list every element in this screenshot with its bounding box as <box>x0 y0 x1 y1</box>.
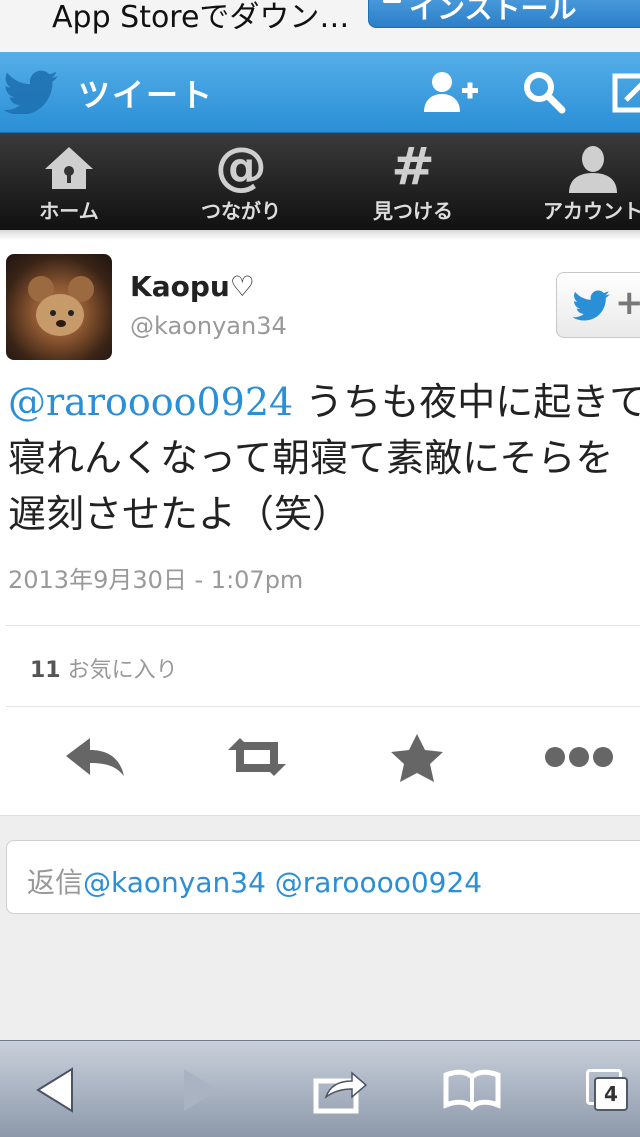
favorites-label: お気に入り <box>60 658 178 683</box>
plus-icon: + <box>615 283 640 323</box>
tweet-line-text: うちも夜中に起きて <box>293 380 640 424</box>
reply-input[interactable]: 返信@kaonyan34 @raroooo0924 <box>6 840 640 914</box>
at-sign-icon: @ <box>215 137 267 197</box>
top-header: ツイート <box>0 52 640 133</box>
nav-discover-label: 見つける <box>373 199 453 223</box>
nav-account[interactable]: アカウント <box>518 133 640 230</box>
nav-discover[interactable]: # 見つける <box>338 133 488 230</box>
add-user-icon[interactable] <box>422 70 480 114</box>
reply-prefix: 返信 <box>27 866 84 899</box>
retweet-icon[interactable] <box>222 730 292 784</box>
install-button-label: インストール <box>409 0 577 25</box>
avatar-nose <box>56 320 66 327</box>
tabs-button[interactable]: 4 <box>582 1063 640 1117</box>
back-arrow-icon[interactable] <box>28 1063 92 1117</box>
follow-button[interactable]: + <box>556 272 640 338</box>
avatar-eye <box>68 310 74 316</box>
favorites-number: 11 <box>30 658 61 683</box>
divider <box>6 706 640 707</box>
download-icon <box>383 0 401 3</box>
reply-mentions: @kaonyan34 @raroooo0924 <box>83 866 483 899</box>
nav-connect-label: つながり <box>201 199 281 223</box>
forward-arrow-icon[interactable] <box>164 1063 228 1117</box>
avatar-eye <box>50 310 56 316</box>
tweet-line: 寝れんくなって朝寝て素敵にそらを <box>8 436 614 480</box>
twitter-bird-icon <box>573 290 610 321</box>
twitter-bird-icon[interactable] <box>4 70 60 114</box>
browser-toolbar: 4 <box>0 1040 640 1137</box>
tweet-line: 遅刻させたよ（笑） <box>8 492 351 536</box>
home-icon <box>45 147 93 189</box>
tweet-line: @raroooo0924 うちも夜中に起きて <box>8 374 640 430</box>
more-icon[interactable] <box>542 730 616 784</box>
compose-icon[interactable] <box>612 70 640 114</box>
main-nav: ホーム @ つながり # 見つける アカウント <box>0 133 640 230</box>
reply-icon[interactable] <box>60 730 130 784</box>
install-button[interactable]: インストール <box>368 0 640 28</box>
user-name[interactable]: Kaopu♡ <box>130 270 255 303</box>
favorites-count[interactable]: 11 お気に入り <box>30 652 178 684</box>
search-icon[interactable] <box>522 70 566 114</box>
tweet-text: @raroooo0924 うちも夜中に起きて 寝れんくなって朝寝て素敵にそらを … <box>8 374 640 542</box>
app-store-banner: App Storeでダウン… インストール <box>0 0 640 52</box>
nav-account-label: アカウント <box>543 199 640 223</box>
banner-text: App Storeでダウン… <box>52 0 350 35</box>
nav-home-label: ホーム <box>39 199 99 223</box>
user-handle[interactable]: @kaonyan34 <box>130 312 287 340</box>
favorite-star-icon[interactable] <box>382 730 452 784</box>
nav-connect[interactable]: @ つながり <box>166 133 316 230</box>
avatar-face <box>36 294 84 336</box>
hashtag-icon: # <box>391 137 435 197</box>
share-icon[interactable] <box>306 1063 370 1117</box>
tabs-count: 4 <box>594 1077 628 1111</box>
nav-home[interactable]: ホーム <box>0 133 144 230</box>
page-title: ツイート <box>78 76 215 114</box>
divider <box>6 625 640 626</box>
reply-placeholder: 返信@kaonyan34 @raroooo0924 <box>27 861 482 901</box>
bookmarks-icon[interactable] <box>440 1063 504 1117</box>
tweet-timestamp: 2013年9月30日 - 1:07pm <box>8 566 304 594</box>
nav-shadow <box>0 230 640 240</box>
avatar[interactable] <box>6 254 112 360</box>
mention-link[interactable]: @raroooo0924 <box>8 380 293 424</box>
person-icon <box>569 146 617 193</box>
